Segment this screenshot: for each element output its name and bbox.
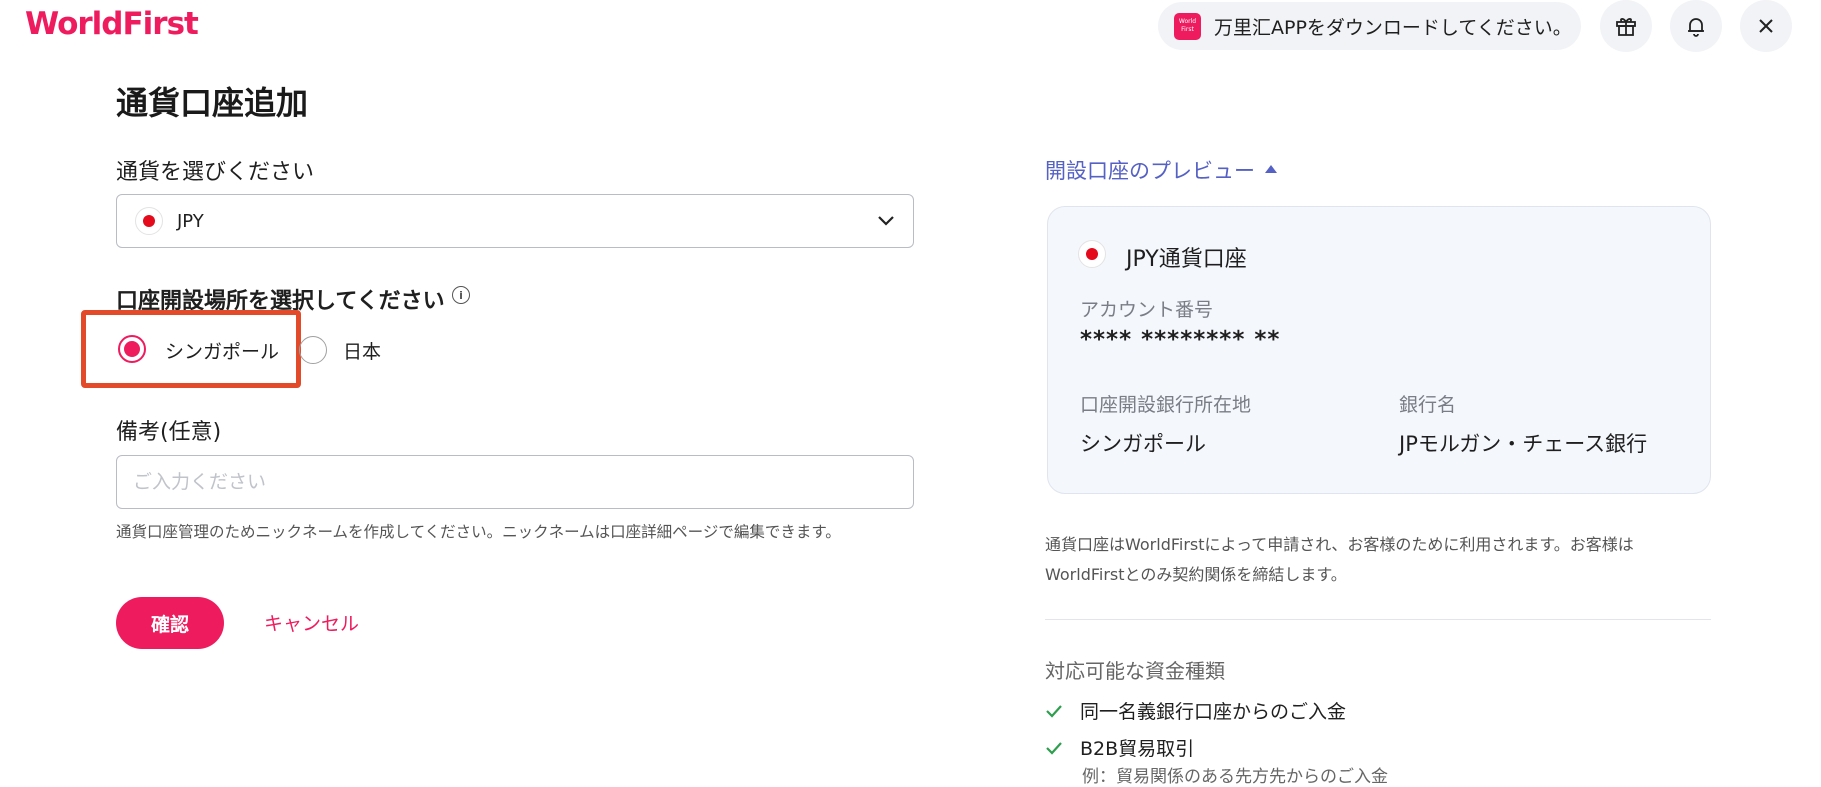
close-button[interactable] — [1740, 0, 1792, 52]
page-title: 通貨口座追加 — [116, 84, 309, 122]
gift-button[interactable] — [1600, 0, 1652, 52]
radio-singapore[interactable] — [118, 335, 146, 363]
notification-button[interactable] — [1670, 0, 1722, 52]
remarks-label: 備考(任意) — [116, 420, 222, 445]
preview-toggle[interactable]: 開設口座のプレビュー — [1045, 155, 1277, 185]
account-note: 通貨口座はWorldFirstによって申請され、お客様のために利用されます。お客… — [1045, 535, 1634, 584]
fund-type-item: 同一名義銀行口座からのご入金 — [1045, 697, 1346, 724]
fund-types-title: 対応可能な資金種類 — [1045, 659, 1225, 683]
card-title: JPY通貨口座 — [1126, 247, 1247, 272]
download-app-banner[interactable]: World First 万里汇APPをダウンロードしてください。 — [1158, 2, 1581, 50]
download-app-text: 万里汇APPをダウンロードしてください。 — [1214, 16, 1572, 39]
info-icon[interactable]: i — [452, 286, 470, 304]
radio-japan-label[interactable]: 日本 — [343, 337, 381, 364]
currency-label: 通貨を選びください — [116, 160, 315, 185]
currency-value: JPY — [177, 210, 204, 232]
gift-icon — [1616, 18, 1636, 36]
check-icon — [1046, 741, 1062, 755]
remarks-hint: 通貨口座管理のためニックネームを作成してください。ニックネームは口座詳細ページで… — [116, 523, 841, 541]
currency-select[interactable]: JPY — [116, 194, 914, 248]
chevron-down-icon — [878, 216, 894, 226]
remarks-input[interactable] — [116, 455, 914, 509]
bank-location-label: 口座開設銀行所在地 — [1080, 394, 1252, 416]
caret-up-icon — [1265, 165, 1277, 173]
radio-singapore-label[interactable]: シンガポール — [165, 337, 279, 364]
worldfirst-logo[interactable]: WorldFirst — [25, 6, 199, 42]
bank-location: シンガポール — [1080, 432, 1206, 456]
account-preview-card: JPY通貨口座 アカウント番号 **** ******** ** 口座開設銀行所… — [1047, 206, 1711, 494]
check-icon — [1046, 704, 1062, 718]
account-number: **** ******** ** — [1080, 327, 1281, 353]
confirm-button[interactable]: 確認 — [116, 597, 224, 649]
bank-name-label: 銀行名 — [1399, 394, 1457, 416]
radio-japan[interactable] — [299, 336, 327, 364]
bank-name: JPモルガン・チェース銀行 — [1399, 432, 1648, 456]
japan-flag-icon — [135, 207, 163, 235]
worldfirst-app-icon: World First — [1174, 12, 1201, 40]
radio-selected-icon — [118, 335, 146, 363]
account-number-label: アカウント番号 — [1080, 299, 1214, 321]
bell-icon — [1688, 18, 1704, 37]
divider — [1045, 619, 1711, 620]
cancel-link[interactable]: キャンセル — [264, 609, 359, 636]
close-icon — [1759, 19, 1773, 33]
japan-flag-icon — [1078, 240, 1106, 268]
fund-type-example: 例：貿易関係のある先方先からのご入金 — [1082, 767, 1388, 787]
radio-unselected-icon — [299, 336, 327, 364]
fund-type-item: B2B貿易取引 — [1045, 734, 1194, 761]
